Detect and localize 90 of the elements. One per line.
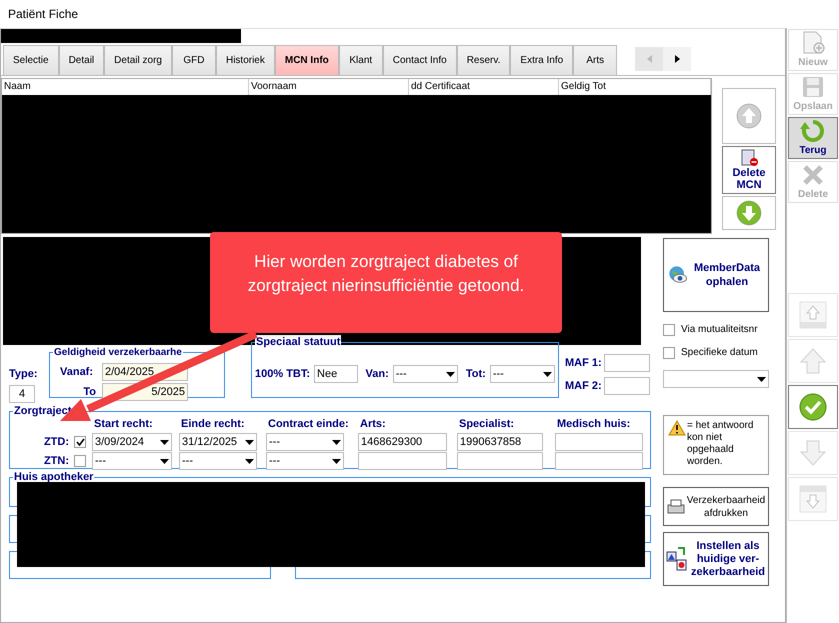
dropdown[interactable]: --- <box>490 365 555 383</box>
warning-text: = het antwoord kon niet opgehaald worden. <box>687 420 754 469</box>
dropdown[interactable] <box>663 370 769 388</box>
tab[interactable]: Detail zorg <box>104 45 172 75</box>
column-header: Specialist: <box>459 416 516 432</box>
dropdown[interactable]: --- <box>92 452 172 470</box>
column-header: Start recht: <box>94 416 154 432</box>
window-title: Patiënt Fiche <box>8 6 78 23</box>
down-arrow-icon <box>798 438 828 468</box>
caret-icon <box>543 372 552 376</box>
memberdata-button[interactable]: MemberData ophalen <box>663 238 769 312</box>
column-header: Contract einde: <box>268 416 346 432</box>
left-triangle-icon <box>646 55 652 63</box>
row-label: ZTN: <box>42 454 70 469</box>
tab[interactable]: Selectie <box>3 45 59 75</box>
refresh-arrow-icon <box>800 118 826 142</box>
type-label: Type: <box>9 367 39 382</box>
column-header: Arts: <box>360 416 387 432</box>
caret-icon <box>160 440 169 444</box>
group-label: Huis apotheker <box>13 470 94 484</box>
column-header: Medisch huis: <box>557 416 632 432</box>
caret-icon <box>332 458 341 464</box>
dropdown[interactable]: --- <box>266 452 344 470</box>
dropdown[interactable]: --- <box>179 452 257 470</box>
dropdown[interactable]: --- <box>266 433 344 451</box>
text-field[interactable] <box>604 354 650 372</box>
tbt-label: 100% TBT: <box>255 366 310 382</box>
up-arrow-icon <box>798 346 828 376</box>
caret-icon <box>446 372 455 376</box>
column-header: Einde recht: <box>181 416 246 432</box>
arrow-to-bottom-icon <box>798 484 828 514</box>
tab[interactable]: Contact Info <box>382 45 457 75</box>
dropdown[interactable]: 31/12/2025 <box>179 433 257 451</box>
text-field[interactable]: 4 <box>9 384 35 402</box>
caret-icon <box>332 440 341 444</box>
navigation-button[interactable] <box>788 385 838 429</box>
caret-icon <box>757 376 766 382</box>
tab[interactable]: Arts <box>573 45 618 75</box>
maf-label: MAF 1: <box>565 356 602 371</box>
checkmark-icon <box>798 392 828 422</box>
checkbox[interactable] <box>663 324 675 336</box>
tab[interactable]: Extra Info <box>510 45 574 75</box>
group-label: Speciaal statuut <box>255 335 342 349</box>
text-field[interactable] <box>555 452 643 470</box>
caret-icon <box>245 440 254 444</box>
option-label: Via mutualiteitsnr <box>681 323 758 337</box>
cross-icon <box>801 162 825 186</box>
group-label: Zorgtraject <box>13 404 72 418</box>
right-triangle-icon <box>674 55 680 63</box>
callout-text: Hier worden zorgtraject diabetes of zorgtraject nierinsufficiëntie getoond. <box>246 250 526 296</box>
set-current-button[interactable]: Instellen als huidige ver-zekerbaarheid <box>663 532 769 586</box>
option-label: Specifieke datum <box>681 346 758 360</box>
print-button[interactable]: Verzekerbaarheid afdrukken <box>663 487 769 526</box>
dropdown[interactable]: --- <box>392 365 458 383</box>
trash-bin-icon <box>739 147 759 167</box>
swap-shapes-icon <box>666 546 688 572</box>
checkbox[interactable] <box>74 436 86 448</box>
tot-label: Tot: <box>466 366 486 382</box>
checkbox[interactable] <box>74 455 86 467</box>
toolbar-button[interactable]: Terug <box>788 117 838 159</box>
caret-icon <box>245 458 254 464</box>
tab[interactable]: Reserv. <box>456 45 510 75</box>
check-icon <box>76 438 84 446</box>
tab[interactable]: MCN Info <box>274 45 339 75</box>
tab[interactable]: Historiek <box>216 45 275 75</box>
from-label: Vanaf: <box>60 364 94 380</box>
text-field[interactable] <box>457 452 543 470</box>
tab[interactable]: GFD <box>172 45 216 75</box>
row-label: ZTD: <box>42 434 70 450</box>
to-label: To <box>82 384 97 400</box>
text-field[interactable] <box>555 433 643 451</box>
checkbox[interactable] <box>663 346 675 358</box>
tab[interactable]: Klant <box>338 45 383 75</box>
tab[interactable]: Detail <box>58 45 104 75</box>
caret-icon <box>160 458 169 464</box>
delete-mcn-button[interactable]: Delete MCN <box>722 146 776 194</box>
arrow-to-top-icon <box>798 300 828 330</box>
text-field[interactable]: Nee <box>314 365 358 383</box>
warning-icon <box>668 420 686 436</box>
scroll-right-button[interactable] <box>663 47 692 71</box>
text-field[interactable]: 1468629300 <box>358 433 447 451</box>
text-field[interactable]: 1990637858 <box>457 433 543 451</box>
maf-label: MAF 2: <box>565 378 602 394</box>
group-label: Geldigheid verzekerbaarhe <box>53 345 183 360</box>
printer-icon <box>666 496 686 516</box>
text-field[interactable] <box>604 377 650 395</box>
dropdown[interactable]: 3/09/2024 <box>92 433 172 451</box>
van-label: Van: <box>366 366 389 382</box>
move-down-button[interactable] <box>722 196 776 230</box>
text-field[interactable] <box>358 452 447 470</box>
